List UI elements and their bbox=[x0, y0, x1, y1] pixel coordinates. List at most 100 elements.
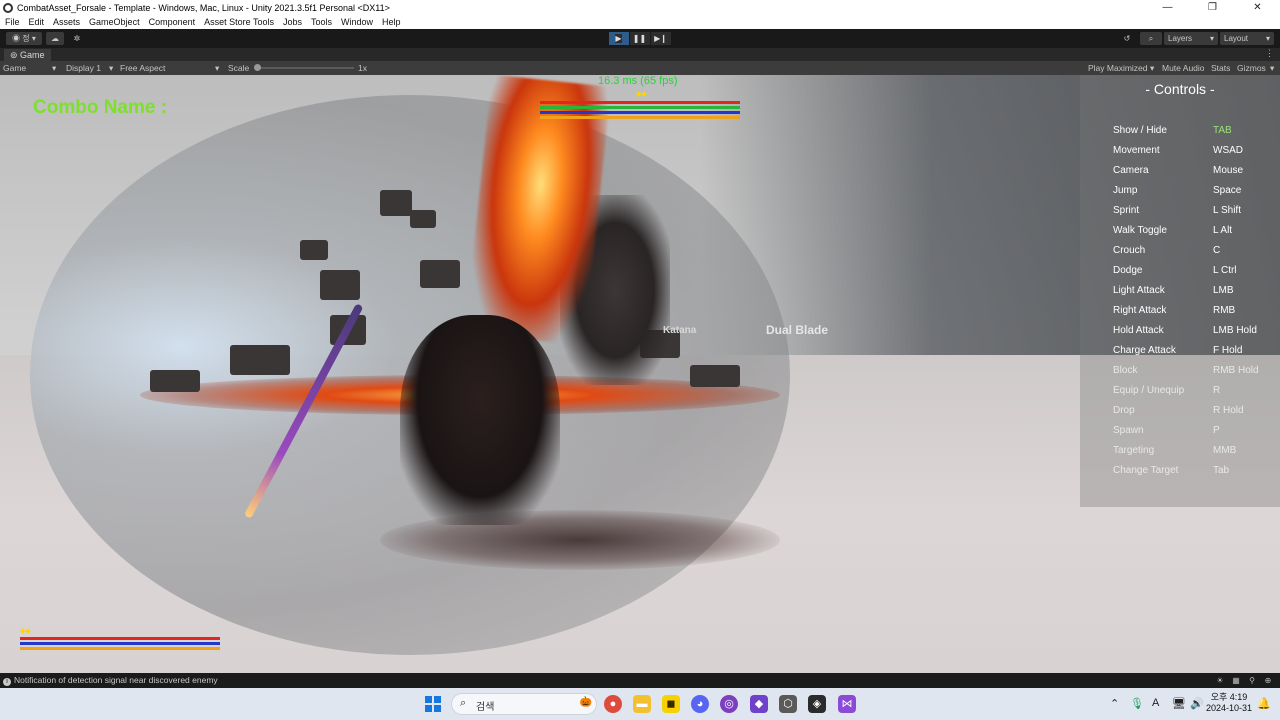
github-desktop-icon[interactable]: ◎ bbox=[720, 695, 738, 713]
unity-logo-icon bbox=[3, 2, 13, 13]
control-action: Movement bbox=[1113, 145, 1160, 156]
step-button[interactable]: ▶❙ bbox=[651, 32, 671, 45]
account-icon: ◉ bbox=[12, 34, 23, 43]
windows-start-icon[interactable] bbox=[425, 696, 441, 712]
layers-dropdown[interactable]: Layers ▾ bbox=[1164, 32, 1218, 45]
cloud-button[interactable]: ☁ bbox=[46, 32, 64, 45]
debris-rock bbox=[320, 270, 360, 300]
enemy-status-bars bbox=[540, 101, 740, 121]
control-row: Walk Toggle L Alt bbox=[1113, 225, 1280, 245]
view-select[interactable]: Game bbox=[3, 61, 26, 75]
menu-jobs[interactable]: Jobs bbox=[283, 17, 302, 27]
control-row: Right Attack RMB bbox=[1113, 305, 1280, 325]
control-row: Equip / Unequip R bbox=[1113, 385, 1280, 405]
control-action: Charge Attack bbox=[1113, 345, 1176, 356]
control-key: R bbox=[1213, 385, 1221, 396]
control-row: Charge Attack F Hold bbox=[1113, 345, 1280, 365]
kakaotalk-icon[interactable]: ◼ bbox=[662, 695, 680, 713]
gizmos-dropdown[interactable]: Gizmos bbox=[1237, 61, 1266, 75]
network-icon[interactable]: ⊕ bbox=[1260, 673, 1276, 688]
window-title: CombatAsset_Forsale - Template - Windows… bbox=[17, 2, 390, 13]
control-row: Light Attack LMB bbox=[1113, 285, 1280, 305]
minimize-button[interactable]: — bbox=[1145, 0, 1190, 15]
progress-icon[interactable]: ▦ bbox=[1228, 673, 1244, 688]
scale-slider-knob[interactable] bbox=[254, 64, 261, 71]
clock-date: 2024-10-31 bbox=[1205, 703, 1253, 713]
history-button[interactable]: ↺ bbox=[1118, 32, 1136, 45]
layout-dropdown[interactable]: Layout ▾ bbox=[1220, 32, 1274, 45]
tab-menu-icon[interactable]: ⋮ bbox=[1265, 48, 1274, 59]
stats-toggle[interactable]: Stats bbox=[1211, 61, 1230, 75]
game-viewport[interactable]: 16.3 ms (65 fps) Combo Name : ◆◆ Katana … bbox=[0, 75, 1280, 673]
taskbar-search[interactable]: ⌕ 검색 🎃 bbox=[451, 693, 597, 715]
control-key: TAB bbox=[1213, 125, 1232, 136]
menu-help[interactable]: Help bbox=[382, 17, 401, 27]
debug-icon[interactable]: ⚲ bbox=[1244, 673, 1260, 688]
collab-button[interactable]: ✲ bbox=[68, 32, 86, 45]
menu-component[interactable]: Component bbox=[149, 17, 196, 27]
player-rage-bar bbox=[20, 647, 220, 650]
status-icons: ☀ ▦ ⚲ ⊕ bbox=[1212, 673, 1276, 688]
unity-hub-icon[interactable]: ⬡ bbox=[779, 695, 797, 713]
debris-rock bbox=[230, 345, 290, 375]
chevron-down-icon: ▾ bbox=[215, 63, 220, 73]
controls-heading: - Controls - bbox=[1145, 81, 1215, 97]
lightbulb-icon[interactable]: ☀ bbox=[1212, 673, 1228, 688]
menu-bar: File Edit Assets GameObject Component As… bbox=[0, 15, 1280, 29]
info-icon: i bbox=[3, 678, 11, 686]
pause-button[interactable]: ❚❚ bbox=[630, 32, 650, 45]
play-button[interactable]: ▶ bbox=[609, 32, 629, 45]
microphone-icon[interactable]: 🎙 bbox=[1130, 697, 1144, 710]
file-explorer-icon[interactable]: ▬ bbox=[633, 695, 651, 713]
network-icon[interactable]: 🖥 bbox=[1172, 697, 1186, 710]
obsidian-icon[interactable]: ◆ bbox=[750, 695, 768, 713]
volume-icon[interactable]: 🔊 bbox=[1190, 697, 1204, 710]
menu-window[interactable]: Window bbox=[341, 17, 373, 27]
close-button[interactable]: ✕ bbox=[1235, 0, 1280, 15]
visual-studio-icon[interactable]: ⋈ bbox=[838, 695, 856, 713]
play-maximized-dropdown[interactable]: Play Maximized bbox=[1088, 61, 1148, 75]
ime-indicator[interactable]: A bbox=[1152, 697, 1159, 709]
account-dropdown[interactable]: ◉ 정 ▾ bbox=[6, 32, 42, 45]
scale-value: 1x bbox=[358, 63, 367, 73]
menu-gameobject[interactable]: GameObject bbox=[89, 17, 140, 27]
control-action: Spawn bbox=[1113, 425, 1144, 436]
search-icon: ⌕ bbox=[460, 697, 467, 709]
player-status-bars bbox=[20, 637, 220, 652]
menu-file[interactable]: File bbox=[5, 17, 20, 27]
tab-game[interactable]: ⊚ Game bbox=[4, 49, 51, 61]
aspect-select[interactable]: Free Aspect bbox=[120, 61, 165, 75]
notification-bell-icon[interactable]: 🔔 bbox=[1257, 697, 1271, 710]
control-row: Block RMB Hold bbox=[1113, 365, 1280, 385]
control-action: Targeting bbox=[1113, 445, 1155, 456]
chevron-down-icon: ▾ bbox=[1150, 63, 1155, 73]
menu-asset-store-tools[interactable]: Asset Store Tools bbox=[204, 17, 274, 27]
unity-editor-icon[interactable]: ◈ bbox=[808, 695, 826, 713]
menu-tools[interactable]: Tools bbox=[311, 17, 332, 27]
maximize-button[interactable]: ❐ bbox=[1190, 0, 1235, 15]
menu-assets[interactable]: Assets bbox=[53, 17, 80, 27]
search-button[interactable]: ⌕ bbox=[1140, 32, 1162, 45]
control-row: Dodge L Ctrl bbox=[1113, 265, 1280, 285]
discord-icon[interactable]: ◕ bbox=[691, 695, 709, 713]
control-key: R Hold bbox=[1213, 405, 1244, 416]
enemy-mana-bar bbox=[540, 111, 740, 114]
menu-edit[interactable]: Edit bbox=[29, 17, 45, 27]
debris-rock bbox=[150, 370, 200, 392]
mute-audio-toggle[interactable]: Mute Audio bbox=[1162, 61, 1205, 75]
control-key: L Alt bbox=[1213, 225, 1233, 236]
control-action: Block bbox=[1113, 365, 1138, 376]
chevron-up-icon[interactable]: ⌃ bbox=[1110, 697, 1119, 710]
display-select[interactable]: Display 1 bbox=[66, 61, 101, 75]
taskbar-clock[interactable]: 오후 4:19 2024-10-31 bbox=[1205, 692, 1253, 714]
control-action: Jump bbox=[1113, 185, 1138, 196]
window-controls: — ❐ ✕ bbox=[1145, 0, 1280, 15]
scale-slider[interactable] bbox=[254, 67, 354, 69]
control-key: C bbox=[1213, 245, 1221, 256]
control-key: L Ctrl bbox=[1213, 265, 1237, 276]
enemy-rage-bar bbox=[540, 116, 740, 119]
status-message[interactable]: Notification of detection signal near di… bbox=[14, 675, 218, 685]
play-icon: ▶ bbox=[615, 34, 622, 43]
enemy-health-bar bbox=[540, 101, 740, 104]
chrome-icon[interactable]: ● bbox=[604, 695, 622, 713]
